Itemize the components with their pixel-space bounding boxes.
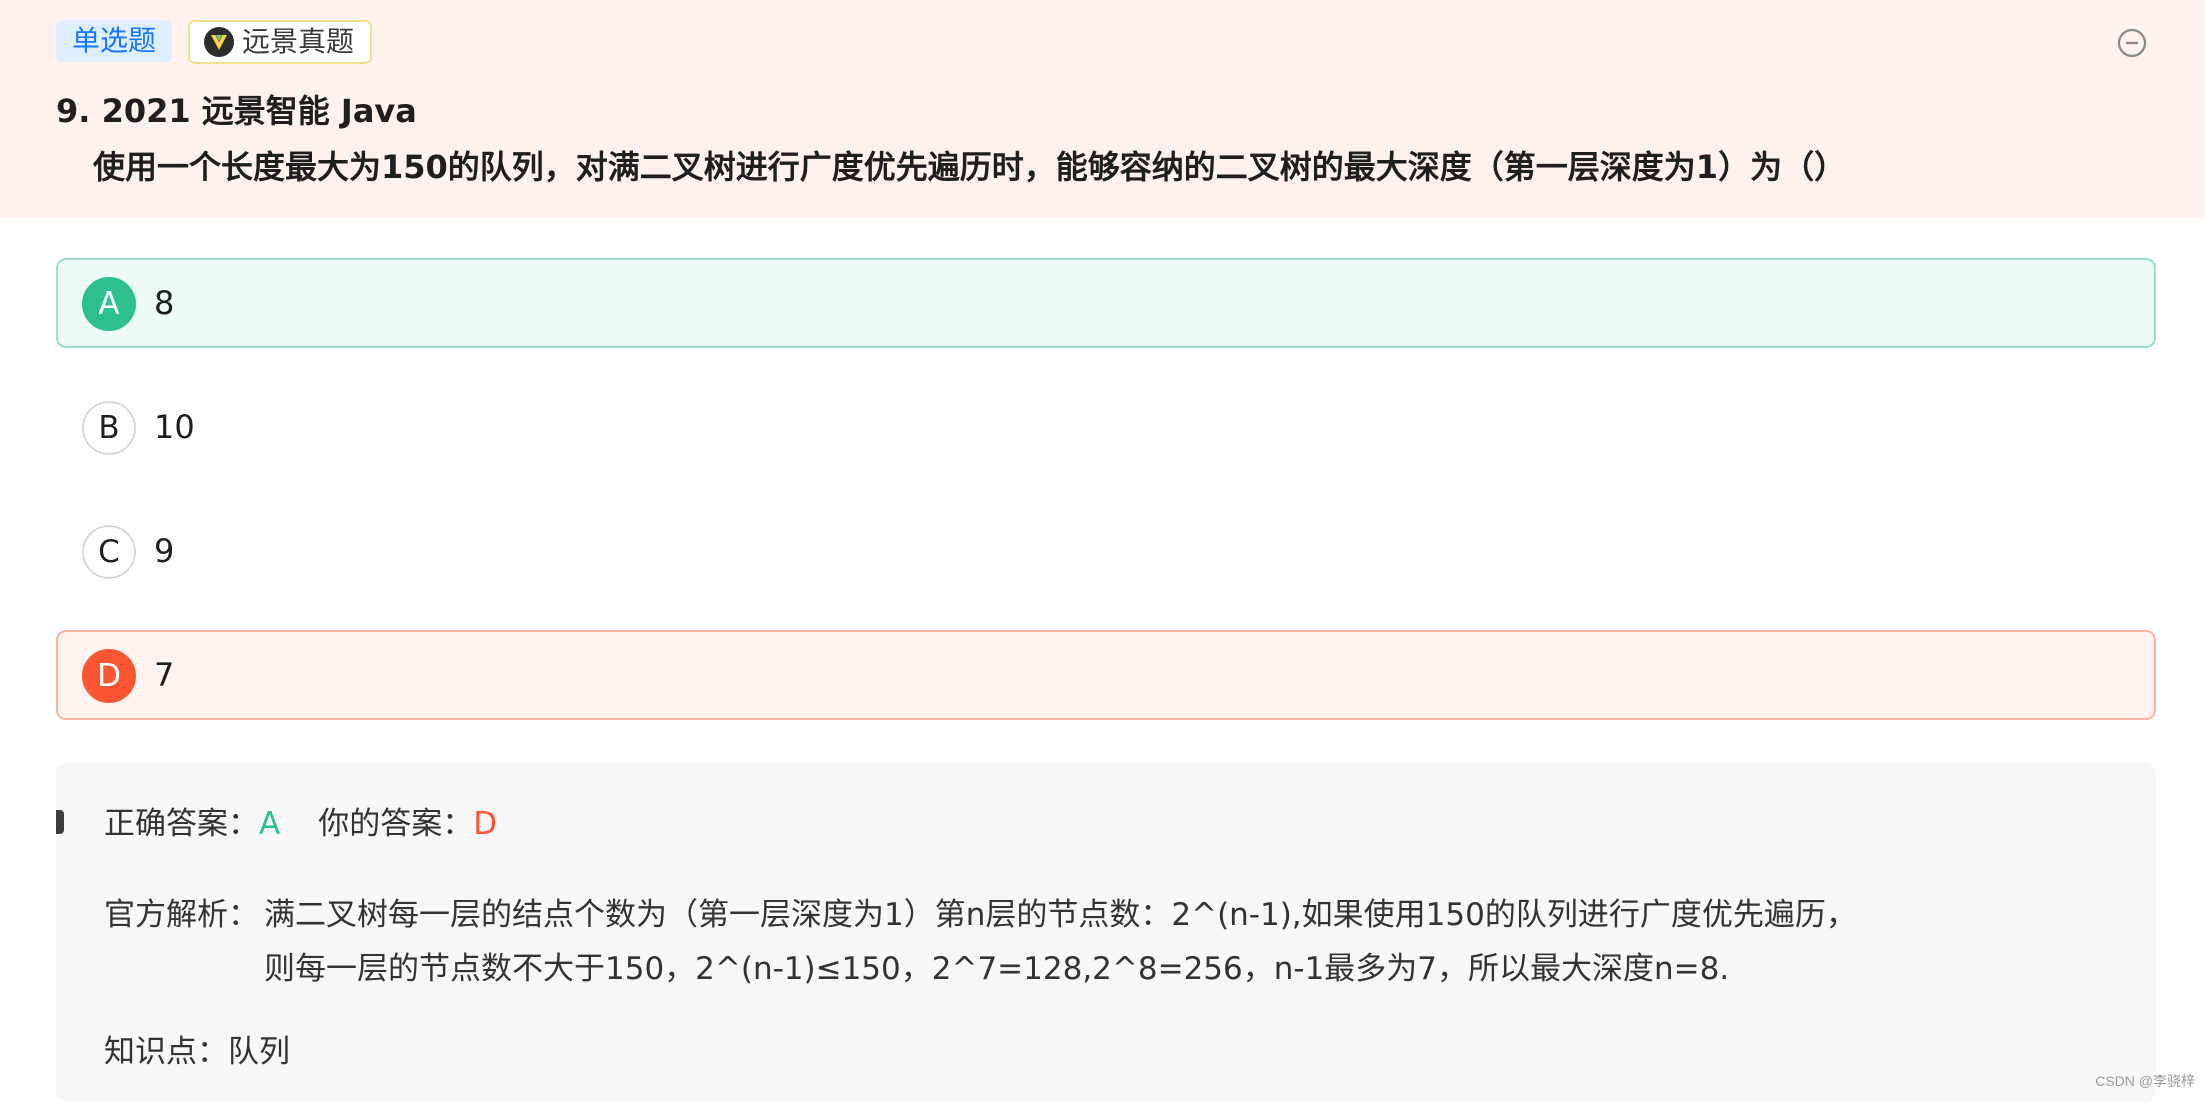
option-letter-badge: D: [82, 649, 136, 703]
explanation-line: 则每一层的节点数不大于150，2^(n-1)≤150，2^7=128,2^8=2…: [264, 951, 1730, 987]
option-letter-badge: B: [82, 401, 136, 455]
option-d[interactable]: D 7: [56, 630, 2156, 720]
watermark: CSDN @李骁梓: [2095, 1073, 2195, 1089]
question-text: 使用一个长度最大为150的队列，对满二叉树进行广度优先遍历时，能够容纳的二叉树的…: [93, 148, 1847, 186]
analysis-panel: 正确答案：A 你的答案：D 官方解析： 满二叉树每一层的结点个数为（第一层深度为1…: [56, 762, 2156, 1102]
correct-answer-value: A: [259, 806, 281, 842]
panel-side-marker: [56, 810, 64, 834]
option-letter-badge: A: [82, 277, 136, 331]
option-text: 10: [154, 408, 195, 446]
your-answer-label: 你的答案：: [318, 806, 474, 842]
knowledge-point: 知识点：队列: [104, 1030, 290, 1074]
option-c[interactable]: C 9: [56, 506, 2156, 596]
option-a[interactable]: A 8: [56, 258, 2156, 348]
option-text: 9: [154, 532, 175, 570]
vision-logo-icon: [204, 27, 234, 57]
explanation-label: 官方解析：: [104, 897, 259, 933]
source-tag-label: 远景真题: [242, 25, 355, 58]
option-b[interactable]: B 10: [56, 382, 2156, 472]
your-answer-value: D: [473, 806, 498, 842]
question-title: 9. 2021 远景智能 Java: [56, 92, 417, 130]
collapse-icon[interactable]: [2116, 27, 2148, 59]
option-text: 7: [154, 656, 175, 694]
correct-answer-label: 正确答案：: [104, 806, 259, 842]
explanation-text: 满二叉树每一层的结点个数为（第一层深度为1）第n层的节点数：2^(n-1),如果…: [264, 888, 2114, 996]
answer-summary: 正确答案：A 你的答案：D: [104, 802, 497, 846]
explanation-line: 满二叉树每一层的结点个数为（第一层深度为1）第n层的节点数：2^(n-1),如果…: [264, 897, 1857, 933]
knowledge-label: 知识点：: [104, 1034, 228, 1070]
knowledge-value[interactable]: 队列: [228, 1034, 290, 1070]
option-text: 8: [154, 284, 175, 322]
question-header: 单选题 远景真题 9. 2021 远景智能 Java 使用一个长度最大为150的…: [0, 0, 2205, 218]
source-tag[interactable]: 远景真题: [188, 20, 373, 64]
question-type-tag: 单选题: [56, 20, 173, 62]
option-letter-badge: C: [82, 525, 136, 579]
